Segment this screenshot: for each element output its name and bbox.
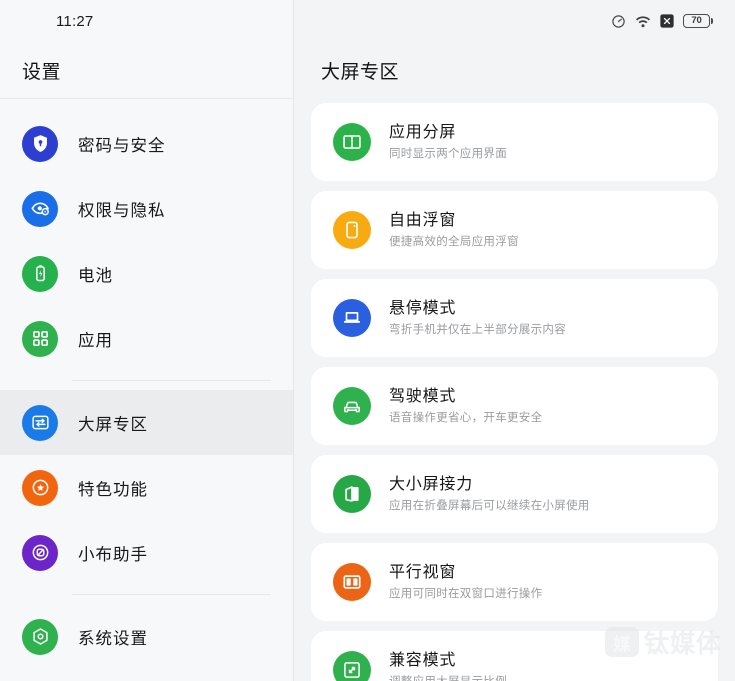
status-bar-left: 11:27 [0, 0, 293, 42]
shield-lock-icon [22, 125, 58, 162]
feature-card-text: 兼容模式调整应用大屏显示比例 [389, 650, 507, 681]
feature-card-subtitle: 同时显示两个应用界面 [389, 147, 507, 160]
sidebar-item-3[interactable]: 应用 [0, 306, 293, 371]
sidebar-item-label: 系统设置 [78, 629, 148, 648]
feature-card-4[interactable]: 大小屏接力应用在折叠屏幕后可以继续在小屏使用 [311, 455, 718, 533]
battery-icon: 70 [683, 14, 713, 28]
sidebar-divider [72, 380, 271, 381]
status-clock: 11:27 [56, 12, 94, 30]
feature-card-title: 兼容模式 [389, 652, 457, 670]
feature-card-text: 驾驶模式语音操作更省心，开车更安全 [389, 386, 542, 426]
feature-card-subtitle: 调整应用大屏显示比例 [389, 675, 507, 681]
feature-card-text: 悬停模式弯折手机并仅在上半部分展示内容 [389, 298, 566, 338]
sidebar-item-4[interactable]: 大屏专区 [0, 390, 293, 455]
wifi-icon [635, 15, 651, 28]
feature-card-text: 自由浮窗便捷高效的全局应用浮窗 [389, 210, 519, 250]
feature-card-subtitle: 应用在折叠屏幕后可以继续在小屏使用 [389, 499, 590, 512]
sidebar-item-5[interactable]: 特色功能 [0, 455, 293, 520]
signal-off-icon [660, 14, 674, 28]
feature-card-subtitle: 弯折手机并仅在上半部分展示内容 [389, 323, 566, 336]
sidebar-item-6[interactable]: 小布助手 [0, 520, 293, 585]
sidebar-title: 设置 [22, 61, 62, 83]
sidebar-item-0[interactable]: 密码与安全 [0, 111, 293, 176]
feature-card-text: 平行视窗应用可同时在双窗口进行操作 [389, 562, 542, 602]
sidebar-header: 设置 [0, 42, 293, 98]
feature-card-5[interactable]: 平行视窗应用可同时在双窗口进行操作 [311, 543, 718, 621]
feature-card-title: 自由浮窗 [389, 212, 457, 230]
battery-level-label: 70 [691, 15, 702, 27]
system-settings-icon [22, 618, 58, 655]
feature-card-title: 平行视窗 [389, 564, 457, 582]
feature-card-title: 驾驶模式 [389, 388, 457, 406]
sidebar-divider [72, 594, 271, 595]
status-bar-right: 70 [294, 0, 735, 42]
sidebar-item-label: 电池 [78, 266, 113, 285]
split-screen-icon [333, 123, 371, 161]
sidebar-item-label: 特色功能 [78, 480, 148, 499]
star-feature-icon [22, 469, 58, 506]
gauge-icon [611, 14, 626, 29]
parallel-window-icon [333, 563, 371, 601]
main-header: 大屏专区 [294, 42, 735, 98]
sidebar-item-2[interactable]: 电池 [0, 241, 293, 306]
feature-card-2[interactable]: 悬停模式弯折手机并仅在上半部分展示内容 [311, 279, 718, 357]
assistant-icon [22, 534, 58, 571]
feature-card-3[interactable]: 驾驶模式语音操作更省心，开车更安全 [311, 367, 718, 445]
sidebar-item-label: 权限与隐私 [78, 201, 166, 220]
feature-card-title: 应用分屏 [389, 124, 457, 142]
apps-grid-icon [22, 320, 58, 357]
battery-icon [22, 255, 58, 292]
feature-card-subtitle: 语音操作更省心，开车更安全 [389, 411, 543, 424]
page-title: 大屏专区 [321, 61, 400, 83]
compat-resize-icon [333, 651, 371, 681]
flex-mode-laptop-icon [333, 299, 371, 337]
sidebar-item-label: 密码与安全 [78, 136, 166, 155]
eye-lock-icon [22, 190, 58, 227]
battery-cap [711, 18, 713, 24]
feature-card-1[interactable]: 自由浮窗便捷高效的全局应用浮窗 [311, 191, 718, 269]
floating-window-icon [333, 211, 371, 249]
feature-card-list: 应用分屏同时显示两个应用界面自由浮窗便捷高效的全局应用浮窗悬停模式弯折手机并仅在… [294, 98, 735, 681]
feature-card-title: 大小屏接力 [389, 476, 474, 494]
car-icon [333, 387, 371, 425]
feature-card-subtitle: 便捷高效的全局应用浮窗 [389, 235, 519, 248]
feature-card-6[interactable]: 兼容模式调整应用大屏显示比例 [311, 631, 718, 681]
main-panel: 70 大屏专区 应用分屏同时显示两个应用界面自由浮窗便捷高效的全局应用浮窗悬停模… [294, 0, 735, 681]
sidebar-item-7[interactable]: 系统设置 [0, 604, 293, 669]
sidebar-panel: 11:27 设置 密码与安全权限与隐私电池应用大屏专区特色功能小布助手系统设置 [0, 0, 294, 681]
feature-card-title: 悬停模式 [389, 300, 457, 318]
feature-card-0[interactable]: 应用分屏同时显示两个应用界面 [311, 103, 718, 181]
feature-card-subtitle: 应用可同时在双窗口进行操作 [389, 587, 543, 600]
sidebar-item-label: 小布助手 [78, 545, 148, 564]
sidebar-item-label: 应用 [78, 331, 113, 350]
settings-screen: 11:27 设置 密码与安全 权限与隐私 电池 应用 大屏专区 特色功能 小布助手 系统设置 [0, 0, 735, 681]
sidebar-nav-list: 密码与安全权限与隐私电池应用大屏专区特色功能小布助手系统设置 [0, 99, 293, 669]
large-screen-icon [22, 404, 58, 441]
sidebar-item-1[interactable]: 权限与隐私 [0, 176, 293, 241]
feature-card-text: 大小屏接力应用在折叠屏幕后可以继续在小屏使用 [389, 474, 590, 514]
sidebar-item-label: 大屏专区 [78, 415, 148, 434]
feature-card-text: 应用分屏同时显示两个应用界面 [389, 122, 507, 162]
screen-relay-book-icon [333, 475, 371, 513]
